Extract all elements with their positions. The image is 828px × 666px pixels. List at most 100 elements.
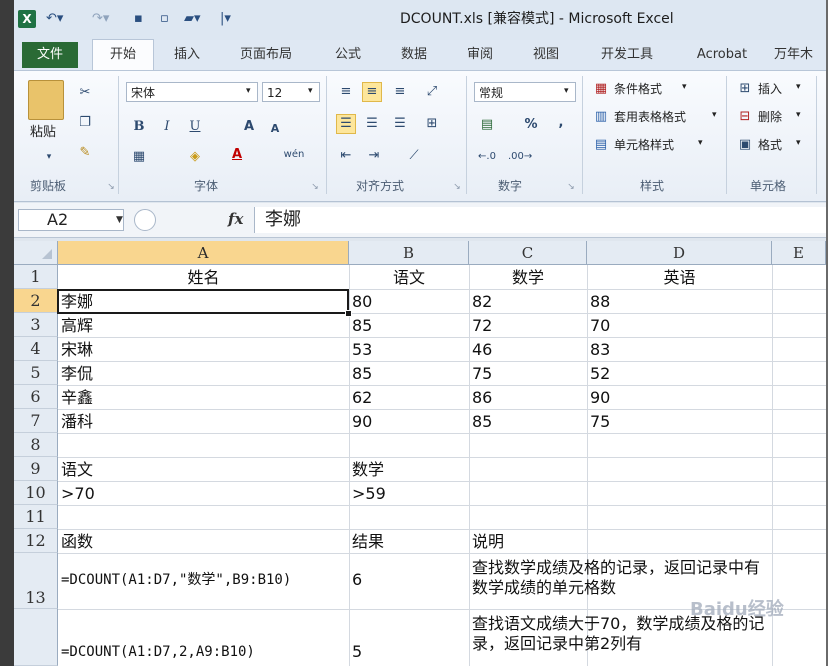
align-center-icon[interactable]: ☰ xyxy=(362,114,382,134)
tab-home[interactable]: 开始 xyxy=(92,39,154,72)
cell-c1[interactable]: 数学 xyxy=(469,266,587,289)
row-header-11[interactable]: 11 xyxy=(14,505,58,529)
column-header-d[interactable]: D xyxy=(587,241,772,265)
cell-a3[interactable]: 高辉 xyxy=(61,314,347,338)
cell-a9[interactable]: 语文 xyxy=(61,458,347,482)
cell-d3[interactable]: 70 xyxy=(590,314,770,338)
conditional-format-icon[interactable]: ▦ xyxy=(592,80,610,98)
align-right-icon[interactable]: ☰ xyxy=(390,114,410,134)
conditional-format-button[interactable]: 条件格式 xyxy=(614,80,662,98)
column-header-c[interactable]: C xyxy=(469,241,587,265)
paste-button[interactable]: 粘贴 xyxy=(30,124,56,142)
align-top-icon[interactable]: ≡ xyxy=(336,82,356,102)
row-header-5[interactable]: 5 xyxy=(14,361,58,385)
column-header-a[interactable]: A xyxy=(58,241,349,265)
align-bottom-icon[interactable]: ≡ xyxy=(390,82,410,102)
tab-formulas[interactable]: 公式 xyxy=(320,40,376,70)
cell-b13[interactable]: 6 xyxy=(352,569,467,591)
table-format-icon[interactable]: ▥ xyxy=(592,108,610,126)
cell-styles-button[interactable]: 单元格样式 xyxy=(614,136,674,154)
cut-icon[interactable]: ✂ xyxy=(76,84,94,102)
decrease-indent-icon[interactable]: ⇤ xyxy=(336,146,356,166)
shrink-font-icon[interactable]: A xyxy=(266,120,284,138)
excel-icon[interactable]: X xyxy=(18,10,36,28)
formula-input[interactable]: 李娜 xyxy=(254,207,826,233)
paste-dropdown-icon[interactable]: ▾ xyxy=(40,148,58,166)
cell-c3[interactable]: 72 xyxy=(472,314,585,338)
paste-icon[interactable] xyxy=(28,80,64,120)
cell-d7[interactable]: 75 xyxy=(590,410,770,434)
text-orientation-icon[interactable]: ⤢ xyxy=(422,82,442,102)
row-header-1[interactable]: 1 xyxy=(14,265,58,289)
redo-icon[interactable]: ↷▾ xyxy=(92,9,109,29)
copy-icon[interactable]: ❐ xyxy=(76,114,94,132)
row-header-9[interactable]: 9 xyxy=(14,457,58,481)
cell-c4[interactable]: 46 xyxy=(472,338,585,362)
cell-a12[interactable]: 函数 xyxy=(61,530,347,554)
row-header-7[interactable]: 7 xyxy=(14,409,58,433)
cell-a4[interactable]: 宋琳 xyxy=(61,338,347,362)
number-format-select[interactable]: 常规 xyxy=(474,82,576,102)
insert-cells-icon[interactable]: ⊞ xyxy=(736,80,754,98)
tab-view[interactable]: 视图 xyxy=(518,40,574,70)
bold-icon[interactable]: B xyxy=(130,118,148,136)
align-middle-icon[interactable]: ≡ xyxy=(362,82,382,102)
increase-indent-icon[interactable]: ⇥ xyxy=(364,146,384,166)
border-icon[interactable]: ▦ xyxy=(130,148,148,166)
new-file-icon[interactable]: ▫ xyxy=(160,9,169,29)
align-left-icon[interactable]: ☰ xyxy=(336,114,356,134)
cell-b2[interactable]: 80 xyxy=(352,290,467,314)
delete-cells-icon[interactable]: ⊟ xyxy=(736,108,754,126)
name-box[interactable]: A2 xyxy=(18,209,124,231)
tab-developer[interactable]: 开发工具 xyxy=(584,40,670,70)
dialog-launcher-icon[interactable]: ↘ xyxy=(448,178,466,196)
tab-acrobat[interactable]: Acrobat xyxy=(682,40,762,70)
row-header-10[interactable]: 10 xyxy=(14,481,58,505)
row-header-2[interactable]: 2 xyxy=(14,289,58,313)
cell-a5[interactable]: 李侃 xyxy=(61,362,347,386)
cancel-entry-icon[interactable] xyxy=(134,209,156,231)
row-header-12[interactable]: 12 xyxy=(14,529,58,553)
cell-a1[interactable]: 姓名 xyxy=(58,266,349,289)
cell-a14[interactable]: =DCOUNT(A1:D7,2,A9:B10) xyxy=(61,642,348,662)
dialog-launcher-icon[interactable]: ↘ xyxy=(306,178,324,196)
currency-icon[interactable]: ▤ xyxy=(478,116,496,134)
cell-a10[interactable]: >70 xyxy=(61,482,347,506)
phonetic-icon[interactable]: wén xyxy=(280,146,308,164)
font-color-icon[interactable]: A xyxy=(228,146,246,164)
row-header-8[interactable]: 8 xyxy=(14,433,58,457)
tab-calendar[interactable]: 万年木 xyxy=(774,40,826,70)
tab-page-layout[interactable]: 页面布局 xyxy=(226,40,306,70)
cell-d2[interactable]: 88 xyxy=(590,290,770,314)
cell-c2[interactable]: 82 xyxy=(472,290,585,314)
insert-function-icon[interactable]: fx xyxy=(228,210,243,228)
cell-a13[interactable]: =DCOUNT(A1:D7,"数学",B9:B10) xyxy=(61,570,348,590)
tab-review[interactable]: 审阅 xyxy=(452,40,508,70)
cell-b1[interactable]: 语文 xyxy=(349,266,469,289)
merge-cells-icon[interactable]: ⊞ xyxy=(422,114,442,134)
save-icon[interactable]: ▪ xyxy=(134,9,143,29)
cell-d4[interactable]: 83 xyxy=(590,338,770,362)
format-cells-button[interactable]: 格式 xyxy=(758,136,782,154)
underline-icon[interactable]: U xyxy=(186,118,204,136)
tab-data[interactable]: 数据 xyxy=(386,40,442,70)
comma-icon[interactable]: , xyxy=(552,114,570,132)
customize-toolbar-icon[interactable]: |▾ xyxy=(220,9,231,29)
cell-b6[interactable]: 62 xyxy=(352,386,467,410)
fill-handle[interactable] xyxy=(345,310,352,317)
undo-icon[interactable]: ↶▾ xyxy=(46,9,63,29)
cell-b9[interactable]: 数学 xyxy=(352,458,467,482)
format-cells-icon[interactable]: ▣ xyxy=(736,136,754,154)
grow-font-icon[interactable]: A xyxy=(240,118,258,136)
cell-c12[interactable]: 说明 xyxy=(472,530,768,554)
chevron-down-icon[interactable]: ▼ xyxy=(116,215,123,225)
cell-c14[interactable]: 查找语文成绩大于70，数学成绩及格的记录，返回记录中第2列有 xyxy=(472,614,768,666)
dialog-launcher-icon[interactable]: ↘ xyxy=(562,178,580,196)
cell-styles-icon[interactable]: ▤ xyxy=(592,136,610,154)
cell-c7[interactable]: 85 xyxy=(472,410,585,434)
percent-icon[interactable]: % xyxy=(522,116,540,134)
decrease-decimal-icon[interactable]: .00→ xyxy=(508,148,532,166)
cell-d5[interactable]: 52 xyxy=(590,362,770,386)
fill-color-icon[interactable]: ◈ xyxy=(186,148,204,166)
orientation-icon[interactable]: ⟋ xyxy=(404,146,424,166)
